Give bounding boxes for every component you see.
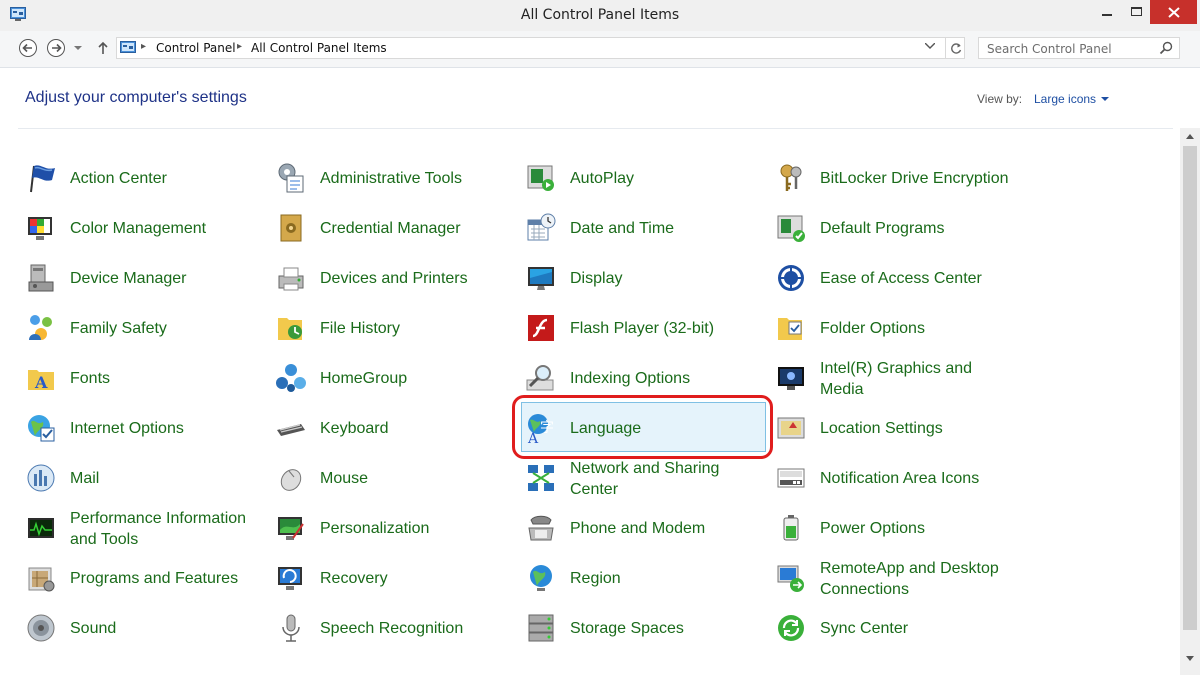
storage-icon xyxy=(528,614,554,642)
family-icon xyxy=(29,315,52,340)
phone-icon xyxy=(528,515,554,541)
address-dropdown-icon[interactable] xyxy=(925,43,935,49)
search-box[interactable] xyxy=(978,37,1180,59)
notification-icon xyxy=(777,468,805,488)
ease-of-access-icon xyxy=(778,265,804,291)
keyboard-icon xyxy=(277,424,305,436)
network-icon xyxy=(528,465,554,491)
minimize-icon xyxy=(1102,14,1112,16)
breadcrumb-separator-icon[interactable]: ▸ xyxy=(237,41,242,52)
window-title: All Control Panel Items xyxy=(520,7,680,23)
keys-icon xyxy=(780,164,802,191)
calendar-clock-icon xyxy=(527,213,556,241)
scroll-up-icon[interactable] xyxy=(1186,134,1194,139)
magnifier-icon xyxy=(526,365,554,391)
vertical-scrollbar[interactable] xyxy=(1180,128,1200,675)
battery-icon xyxy=(783,515,799,541)
folder-options-icon xyxy=(778,318,802,340)
region-globe-icon xyxy=(530,565,552,591)
admin-tools-icon xyxy=(278,163,304,193)
printer-icon xyxy=(278,267,304,291)
programs-icon xyxy=(28,567,55,592)
page-title: Adjust your computer's settings xyxy=(25,89,247,106)
address-bar[interactable]: ▸ Control Panel ▸ All Control Panel Item… xyxy=(116,37,965,59)
view-by-dropdown[interactable]: Large icons xyxy=(1034,92,1110,106)
autoplay-icon xyxy=(527,165,554,191)
performance-icon xyxy=(28,518,54,538)
scrollbar-thumb[interactable] xyxy=(1183,146,1197,630)
flag-icon xyxy=(30,165,55,193)
display-icon xyxy=(528,267,554,290)
vault-icon xyxy=(280,214,302,242)
color-monitor-icon xyxy=(28,217,52,240)
title-bar: All Control Panel Items xyxy=(0,0,1200,31)
location-icon xyxy=(777,417,805,439)
dropdown-arrow-icon[interactable] xyxy=(1101,96,1110,102)
back-arrow-icon xyxy=(19,39,37,57)
search-input[interactable] xyxy=(985,39,1159,59)
globe-check-icon xyxy=(28,415,55,442)
sync-icon xyxy=(778,615,804,641)
microphone-icon xyxy=(282,614,300,642)
forward-button[interactable] xyxy=(45,37,67,59)
breadcrumb-all-items[interactable]: All Control Panel Items xyxy=(251,41,387,55)
maximize-icon xyxy=(1130,7,1142,16)
svg-text:字: 字 xyxy=(540,420,554,436)
breadcrumb-control-panel[interactable]: Control Panel xyxy=(156,41,236,55)
divider xyxy=(18,128,1173,129)
control-panel-icon xyxy=(120,41,136,53)
fonts-folder-icon: A xyxy=(28,370,54,392)
refresh-button[interactable] xyxy=(945,37,966,59)
speaker-icon xyxy=(27,614,55,642)
device-manager-icon xyxy=(28,264,54,292)
file-history-icon xyxy=(278,318,302,340)
breadcrumb-separator-icon[interactable]: ▸ xyxy=(141,41,146,52)
refresh-icon xyxy=(951,43,962,54)
language-icon: A字 xyxy=(527,414,554,444)
personalization-icon xyxy=(278,517,304,540)
forward-arrow-icon xyxy=(47,39,65,57)
mouse-icon xyxy=(280,469,302,491)
default-programs-icon xyxy=(777,215,805,242)
navigation-bar: ▸ Control Panel ▸ All Control Panel Item… xyxy=(0,31,1200,68)
svg-text:A: A xyxy=(527,431,539,444)
up-arrow-icon xyxy=(98,41,108,54)
search-icon[interactable] xyxy=(1159,41,1173,55)
up-button[interactable] xyxy=(92,37,114,59)
recovery-icon xyxy=(278,567,302,590)
view-by-value[interactable]: Large icons xyxy=(1034,92,1096,106)
close-icon xyxy=(1167,6,1180,18)
chevron-down-icon xyxy=(74,45,82,50)
recent-locations-button[interactable] xyxy=(70,37,86,59)
view-by-label: View by: xyxy=(977,92,1023,106)
back-button[interactable] xyxy=(17,37,39,59)
minimize-button[interactable] xyxy=(1092,0,1122,24)
maximize-button[interactable] xyxy=(1122,0,1150,24)
mail-icon xyxy=(27,464,55,492)
close-button[interactable] xyxy=(1150,0,1197,24)
remoteapp-icon xyxy=(777,565,804,592)
flash-icon xyxy=(528,315,554,341)
scroll-down-icon[interactable] xyxy=(1186,656,1194,661)
intel-graphics-icon xyxy=(778,367,804,390)
homegroup-icon xyxy=(276,364,306,392)
svg-text:A: A xyxy=(34,373,48,392)
